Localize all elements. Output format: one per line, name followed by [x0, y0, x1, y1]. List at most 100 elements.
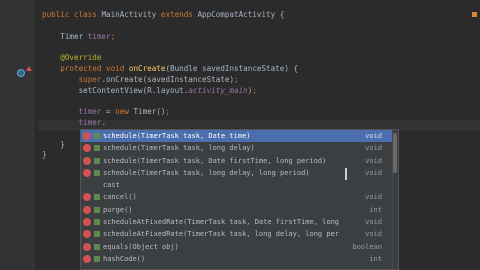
method-icon: [83, 218, 91, 227]
code-token: =: [106, 107, 116, 117]
public-visibility-icon: [94, 194, 100, 201]
completion-scrollbar[interactable]: [392, 130, 398, 269]
code-token: .onCreate(savedInstanceState): [101, 74, 235, 84]
completion-item-label: scheduleAtFixedRate(TimerTask task, Date…: [103, 218, 340, 227]
completion-popup[interactable]: schedule(TimerTask task, Date time) void s…: [80, 129, 399, 270]
code-line[interactable]: [42, 21, 480, 32]
code-token: }: [42, 150, 47, 160]
public-visibility-icon: [94, 219, 100, 226]
code-line[interactable]: public class MainActivity extends AppCom…: [42, 10, 480, 21]
method-icon: [83, 168, 91, 177]
code-token: ;: [165, 107, 171, 117]
mouse-text-cursor-icon: [345, 168, 347, 180]
completion-item-label: schedule(TimerTask task, long delay): [103, 144, 255, 153]
completion-item[interactable]: cast: [81, 179, 398, 191]
public-visibility-icon: [94, 231, 100, 238]
code-token: .: [101, 117, 107, 127]
method-icon: [83, 156, 91, 165]
completion-item-return-type: void: [365, 230, 382, 239]
completion-item-return-type: void: [365, 144, 382, 153]
completion-item-label: schedule(TimerTask task, Date time): [103, 132, 251, 140]
line-gutter[interactable]: [0, 0, 34, 270]
override-arrow-icon: [26, 66, 32, 71]
public-visibility-icon: [94, 255, 100, 262]
completion-item-label: cancel(): [103, 193, 137, 202]
completion-item-return-type: void: [365, 193, 382, 202]
code-line[interactable]: @Override: [42, 53, 480, 64]
public-visibility-icon: [94, 133, 100, 139]
public-visibility-icon: [94, 243, 100, 250]
completion-item-label: cast: [103, 181, 120, 190]
code-token: timer: [87, 31, 111, 41]
code-token: ;: [110, 31, 116, 41]
code-token: super: [78, 74, 102, 84]
completion-item-label: schedule(TimerTask task, Date firstTime,…: [103, 156, 327, 165]
code-token: ;: [234, 74, 239, 84]
code-token: MainActivity: [101, 10, 161, 19]
method-icon: [83, 254, 91, 263]
method-icon: [83, 230, 91, 239]
completion-item-label: equals(Object obj): [103, 242, 179, 251]
code-token: Timer(): [133, 107, 166, 117]
completion-item[interactable]: hashCode() int: [81, 253, 398, 265]
completion-item-label: schedule(TimerTask task, long delay, lon…: [103, 168, 310, 177]
method-icon: [83, 193, 91, 202]
code-line[interactable]: Timer timer;: [42, 32, 480, 43]
method-icon: [83, 132, 91, 140]
completion-item[interactable]: cancel() void: [81, 191, 398, 203]
public-visibility-icon: [94, 182, 100, 188]
code-token: (Bundle savedInstanceState) {: [165, 63, 299, 73]
code-token: AppCompatActivity {: [197, 10, 285, 19]
completion-item-return-type: void: [365, 218, 382, 227]
public-visibility-icon: [94, 206, 100, 213]
code-token: onCreate: [128, 63, 166, 73]
completion-item-return-type: void: [365, 156, 382, 165]
completion-item[interactable]: equals(Object obj) boolean: [81, 241, 398, 253]
completion-item-return-type: boolean: [352, 242, 382, 251]
blank-icon: [83, 181, 91, 189]
completion-item[interactable]: scheduleAtFixedRate(TimerTask task, Date…: [81, 216, 398, 228]
completion-item-return-type: void: [365, 168, 382, 177]
method-icon: [83, 205, 91, 214]
completion-list[interactable]: schedule(TimerTask task, Date time) void s…: [81, 130, 398, 265]
override-icon[interactable]: [17, 69, 25, 77]
code-token: Timer: [42, 31, 88, 41]
code-token: activity_main: [188, 85, 248, 95]
code-line[interactable]: setContentView(R.layout.activity_main);: [42, 86, 480, 97]
code-token: @Override: [42, 53, 102, 63]
code-line[interactable]: super.onCreate(savedInstanceState);: [42, 75, 480, 86]
completion-item-label: purge(): [103, 205, 133, 214]
public-visibility-icon: [94, 169, 100, 176]
completion-item-return-type: void: [365, 132, 382, 140]
method-icon: [83, 144, 91, 153]
completion-item[interactable]: scheduleAtFixedRate(TimerTask task, long…: [81, 228, 398, 240]
code-token: setContentView(R.layout.: [42, 85, 189, 95]
method-icon: [83, 242, 91, 251]
code-token: timer: [78, 117, 102, 127]
completion-item[interactable]: schedule(TimerTask task, Date time) void: [81, 130, 398, 143]
code-line[interactable]: protected void onCreate(Bundle savedInst…: [42, 64, 480, 75]
completion-item[interactable]: schedule(TimerTask task, Date firstTime,…: [81, 155, 398, 167]
code-token: }: [42, 139, 65, 149]
completion-item[interactable]: schedule(TimerTask task, long delay, lon…: [81, 167, 398, 179]
code-token: protected void: [42, 63, 129, 73]
completion-scroll-thumb[interactable]: [393, 133, 397, 173]
code-line[interactable]: timer.: [42, 118, 480, 129]
code-token: timer: [78, 107, 107, 117]
completion-item-return-type: int: [369, 254, 382, 263]
code-line[interactable]: [42, 42, 480, 53]
completion-item-label: scheduleAtFixedRate(TimerTask task, long…: [103, 230, 340, 239]
code-token: new: [115, 107, 134, 117]
completion-item-return-type: int: [369, 205, 382, 214]
completion-item[interactable]: purge() int: [81, 204, 398, 216]
code-line[interactable]: [42, 96, 480, 107]
code-token: public class: [42, 10, 102, 19]
code-line[interactable]: timer = new Timer();: [42, 107, 480, 118]
public-visibility-icon: [94, 157, 100, 164]
public-visibility-icon: [94, 145, 100, 152]
completion-item[interactable]: schedule(TimerTask task, long delay) void: [81, 142, 398, 154]
completion-item-label: hashCode(): [103, 254, 146, 263]
